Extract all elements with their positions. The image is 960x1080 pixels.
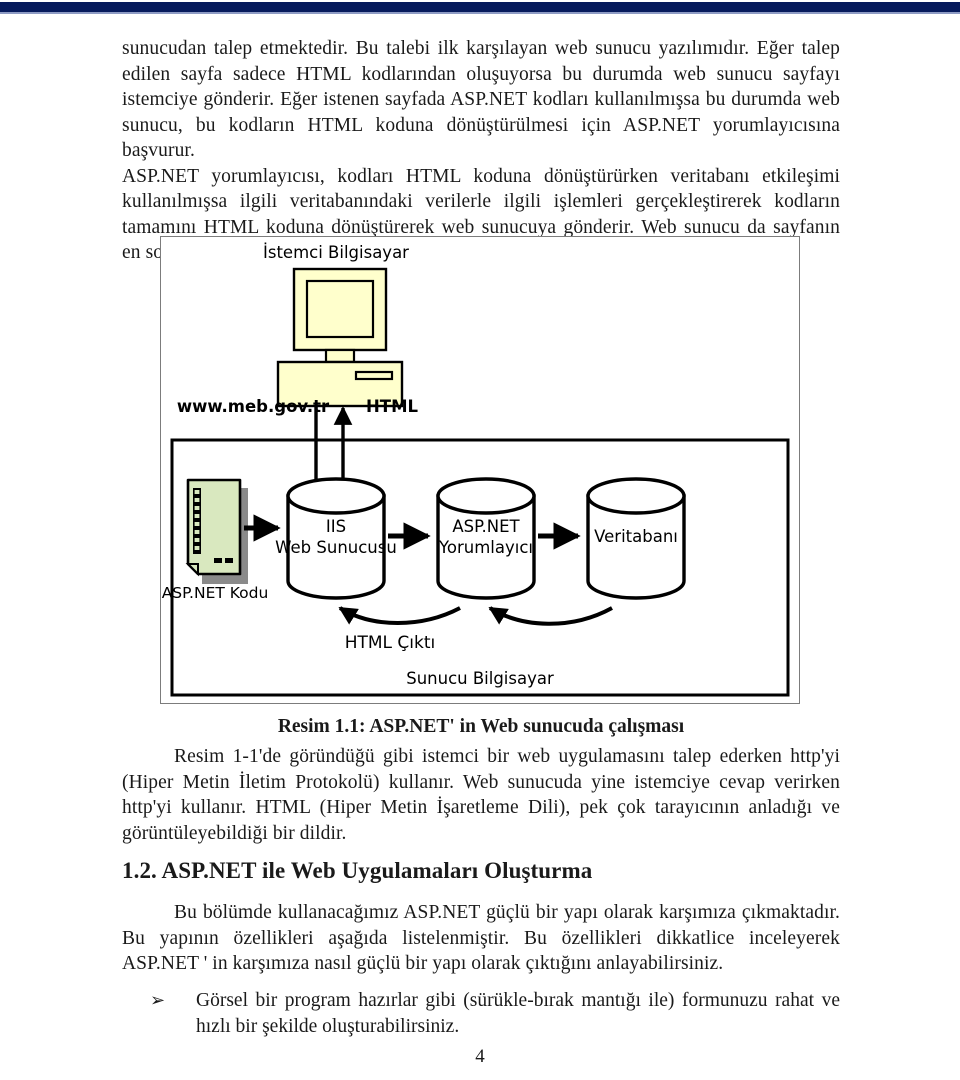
curve-database-to-interpreter [488,606,613,626]
text-column-section-body: Bu bölümde kullanacağımız ASP.NET güçlü … [122,900,840,977]
label-html-output: HTML Çıktı [345,633,436,653]
label-request-url: www.meb.gov.tr [177,397,330,416]
figure-diagram: İstemci Bilgisayar www.meb.gov.tr HTML A… [162,243,790,697]
label-iis-line1: IIS [326,517,346,536]
label-interpreter-line2: Yorumlayıcı [438,538,533,557]
paragraph-1: sunucudan talep etmektedir. Bu talebi il… [122,38,840,161]
label-interpreter-line1: ASP.NET [452,517,520,536]
feature-bullet-list: ➢ Görsel bir program hazırlar gibi (sürü… [122,988,840,1039]
header-accent-hairline [0,12,960,14]
paragraph-4: Bu bölümde kullanacağımız ASP.NET güçlü … [122,902,840,974]
figure-asp-net-flow: İstemci Bilgisayar www.meb.gov.tr HTML A… [160,236,800,704]
text-column-after-figure: Resim 1-1'de göründüğü gibi istemci bir … [122,744,840,846]
list-item: ➢ Görsel bir program hazırlar gibi (sürü… [122,988,840,1039]
label-database: Veritabanı [594,527,678,546]
section-heading: 1.2. ASP.NET ile Web Uygulamaları Oluştu… [122,858,593,883]
asp-net-code-document-icon [185,478,248,584]
page-number: 4 [475,1046,485,1067]
arrowhead-bullet-icon: ➢ [150,990,166,1011]
client-computer-icon [276,267,404,408]
text-column-top: sunucudan talep etmektedir. Bu talebi il… [122,36,840,266]
figure-caption: Resim 1.1: ASP.NET' in Web sunucuda çalı… [277,716,685,737]
label-iis-line2: Web Sunucusu [275,538,397,557]
label-client-computer: İstemci Bilgisayar [263,243,409,262]
curve-interpreter-to-iis [338,606,461,625]
label-aspnet-code: ASP.NET Kodu [162,584,269,602]
list-item-label: Görsel bir program hazırlar gibi (sürükl… [196,990,840,1037]
label-server-computer: Sunucu Bilgisayar [406,669,554,688]
paragraph-3: Resim 1-1'de göründüğü gibi istemci bir … [122,746,840,844]
label-response-html: HTML [366,397,418,416]
header-accent-bar [0,2,960,12]
